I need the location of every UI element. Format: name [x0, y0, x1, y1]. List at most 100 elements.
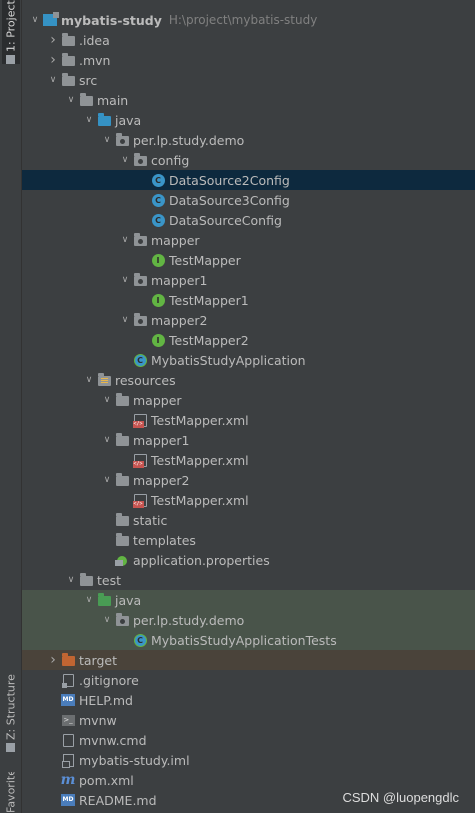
shell-file-icon: >_: [61, 714, 75, 726]
chevron-down-icon[interactable]: ∨: [100, 390, 114, 410]
tree-node[interactable]: m pom.xml: [22, 770, 475, 790]
tree-node[interactable]: ∨ mybatis-study H:\project\mybatis-study: [22, 10, 475, 30]
chevron-down-icon[interactable]: ∨: [82, 110, 96, 130]
chevron-down-icon[interactable]: ∨: [64, 90, 78, 110]
text-file-icon: [60, 730, 76, 750]
chevron-right-icon[interactable]: ›: [46, 30, 60, 50]
tree-node[interactable]: ∨ per.lp.study.demo: [22, 610, 475, 630]
tree-node-label: mvnw: [79, 712, 117, 728]
project-tree[interactable]: ∨ mybatis-study H:\project\mybatis-study ›.…: [22, 0, 475, 813]
chevron-down-icon[interactable]: ∨: [118, 270, 132, 290]
tree-node[interactable]: ∨ java: [22, 590, 475, 610]
chevron-down-icon[interactable]: ∨: [46, 70, 60, 90]
tree-node[interactable]: ∨ mapper1: [22, 430, 475, 450]
tree-node[interactable]: ∨ mapper1: [22, 270, 475, 290]
tree-node[interactable]: › .idea: [22, 30, 475, 50]
tree-node[interactable]: C DataSourceConfig: [22, 210, 475, 230]
tree-node-label: DataSourceConfig: [169, 212, 282, 228]
structure-tool-tab[interactable]: Z: Structure: [2, 672, 20, 752]
tree-node[interactable]: >_ mvnw: [22, 710, 475, 730]
chevron-right-icon[interactable]: ›: [46, 50, 60, 70]
chevron-down-icon[interactable]: ∨: [100, 430, 114, 450]
tree-node[interactable]: C DataSource2Config: [22, 170, 475, 190]
tree-node[interactable]: › .mvn: [22, 50, 475, 70]
tree-node[interactable]: static: [22, 510, 475, 530]
tree-node[interactable]: I TestMapper2: [22, 330, 475, 350]
resources-folder-icon: [96, 370, 112, 390]
tree-node[interactable]: ∨ main: [22, 90, 475, 110]
folder-icon: [114, 530, 130, 550]
tree-node[interactable]: MD HELP.md: [22, 690, 475, 710]
tree-node[interactable]: ∨ mapper2: [22, 310, 475, 330]
tree-node-label: java: [115, 112, 142, 128]
folder-icon: [114, 430, 130, 450]
chevron-down-icon[interactable]: ∨: [118, 150, 132, 170]
chevron-down-icon[interactable]: ∨: [118, 310, 132, 330]
tree-node[interactable]: ∨ src: [22, 70, 475, 90]
tree-node[interactable]: › target: [22, 650, 475, 670]
xml-file-icon: [132, 410, 148, 430]
tree-node[interactable]: ∨ per.lp.study.demo: [22, 130, 475, 150]
tree-node[interactable]: C DataSource3Config: [22, 190, 475, 210]
tree-node-label: resources: [115, 372, 176, 388]
tree-node-label: static: [133, 512, 168, 528]
tree-node-label: DataSource3Config: [169, 192, 290, 208]
tree-node[interactable]: .gitignore: [22, 670, 475, 690]
xml-file-icon: [132, 450, 148, 470]
favorites-tool-tab[interactable]: Favorites: [2, 772, 20, 813]
tree-node-label: application.properties: [133, 552, 270, 568]
tree-node-label: TestMapper: [169, 252, 241, 268]
tree-node-label: main: [97, 92, 129, 108]
tree-node[interactable]: ∨ java: [22, 110, 475, 130]
tree-node-label: src: [79, 72, 98, 88]
tree-node-label: pom.xml: [79, 772, 134, 788]
folder-icon: [78, 570, 94, 590]
tree-node[interactable]: TestMapper.xml: [22, 490, 475, 510]
tree-node[interactable]: ∨ mapper: [22, 230, 475, 250]
chevron-down-icon[interactable]: ∨: [82, 590, 96, 610]
package-icon: [132, 150, 148, 170]
class-icon: C: [150, 170, 166, 190]
tree-node[interactable]: ∨ resources: [22, 370, 475, 390]
chevron-down-icon[interactable]: ∨: [118, 230, 132, 250]
folder-icon: [60, 50, 76, 70]
chevron-down-icon[interactable]: ∨: [82, 370, 96, 390]
tree-node-label: .idea: [79, 32, 110, 48]
tree-node-label: MybatisStudyApplication: [151, 352, 306, 368]
tree-node[interactable]: I TestMapper: [22, 250, 475, 270]
tree-node[interactable]: ∨ mapper: [22, 390, 475, 410]
tree-node[interactable]: TestMapper.xml: [22, 450, 475, 470]
folder-icon: [60, 70, 76, 90]
tree-node[interactable]: templates: [22, 530, 475, 550]
chevron-down-icon[interactable]: ∨: [100, 610, 114, 630]
tree-node[interactable]: ∨ test: [22, 570, 475, 590]
tree-node-label: TestMapper.xml: [151, 452, 249, 468]
markdown-file-icon: MD: [60, 690, 76, 710]
chevron-right-icon[interactable]: ›: [46, 650, 60, 670]
chevron-down-icon[interactable]: ∨: [64, 570, 78, 590]
tree-node[interactable]: C MybatisStudyApplication: [22, 350, 475, 370]
tree-node[interactable]: application.properties: [22, 550, 475, 570]
tree-node[interactable]: C MybatisStudyApplicationTests: [22, 630, 475, 650]
chevron-down-icon[interactable]: ∨: [100, 130, 114, 150]
folder-icon: [78, 90, 94, 110]
source-folder-icon: [96, 110, 112, 130]
chevron-down-icon[interactable]: ∨: [100, 470, 114, 490]
tree-node[interactable]: ∨ mapper2: [22, 470, 475, 490]
tree-node[interactable]: ∨ config: [22, 150, 475, 170]
project-tool-tab[interactable]: 1: Project: [2, 0, 20, 64]
tree-node[interactable]: mybatis-study.iml: [22, 750, 475, 770]
chevron-down-icon[interactable]: ∨: [28, 10, 42, 30]
tree-node[interactable]: mvnw.cmd: [22, 730, 475, 750]
tree-node[interactable]: TestMapper.xml: [22, 410, 475, 430]
tree-node[interactable]: I TestMapper1: [22, 290, 475, 310]
